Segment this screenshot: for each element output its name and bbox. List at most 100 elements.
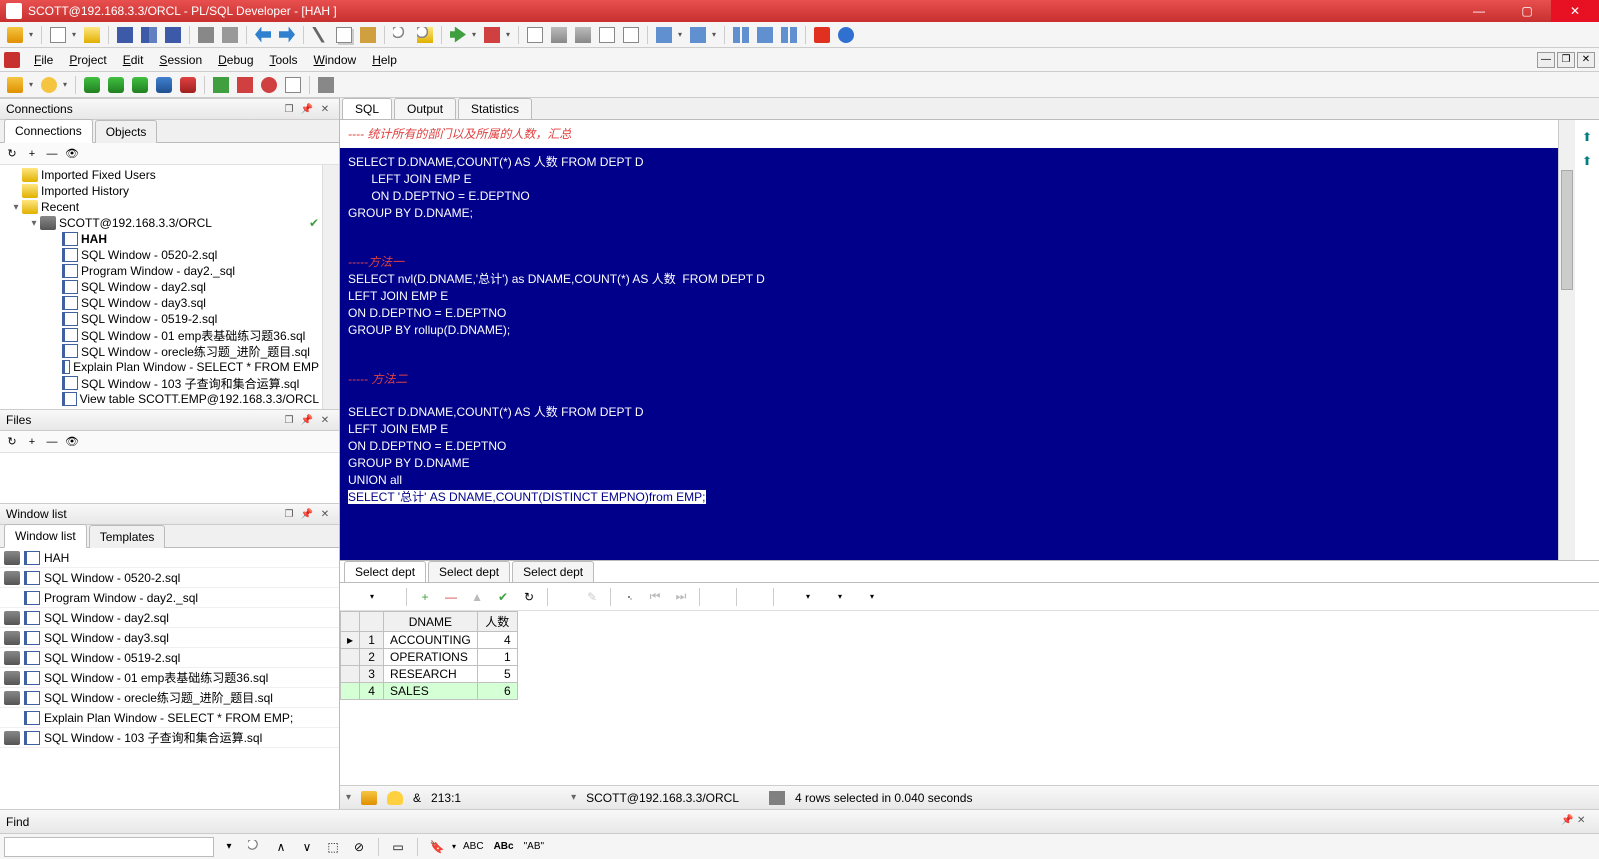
single-record-button[interactable] — [376, 586, 400, 608]
find-button[interactable] — [390, 24, 412, 46]
save-button[interactable] — [114, 24, 136, 46]
print-button[interactable] — [195, 24, 217, 46]
sql-editor[interactable]: ---- 统计所有的部门以及所属的人数，汇总SELECT D.DNAME,COU… — [340, 120, 1558, 560]
minimize-button[interactable]: — — [1455, 0, 1503, 22]
tile-button[interactable] — [730, 24, 752, 46]
cascade-button[interactable] — [754, 24, 776, 46]
refresh-button[interactable]: ↻ — [517, 586, 541, 608]
tree-item[interactable]: SQL Window - 103 子查询和集合运算.sql — [0, 375, 339, 391]
regex-button[interactable]: "AB" — [521, 836, 547, 858]
redo-button[interactable] — [276, 24, 298, 46]
dropdown-icon[interactable]: ▾ — [709, 24, 719, 46]
tree-label[interactable]: Imported History — [41, 184, 129, 198]
tree-item[interactable]: HAH — [0, 231, 339, 247]
result-tab-3[interactable]: Select dept — [512, 561, 594, 582]
execute-button[interactable] — [447, 24, 469, 46]
collapse-icon[interactable]: ▾ — [10, 202, 22, 213]
editor-scrollbar[interactable] — [1558, 120, 1575, 560]
open-button[interactable] — [81, 24, 103, 46]
tree-item[interactable]: Program Window - day2._sql — [0, 263, 339, 279]
find-db-button[interactable] — [414, 24, 436, 46]
table-row[interactable]: 3RESEARCH5 — [341, 666, 518, 683]
table-row[interactable]: 4SALES6 — [341, 683, 518, 700]
dropdown-icon[interactable]: ▾ — [26, 24, 36, 46]
paste-button[interactable] — [357, 24, 379, 46]
rollback-db-button[interactable] — [129, 74, 151, 96]
help-button[interactable] — [835, 24, 857, 46]
find-prev-button[interactable]: ∧ — [270, 836, 292, 858]
templates-tab[interactable]: Templates — [89, 525, 166, 548]
tree-item[interactable]: SQL Window - 01 emp表基础练习题36.sql — [0, 327, 339, 343]
panel-pin-button[interactable]: 📌 — [299, 102, 315, 116]
add-row-button[interactable]: + — [413, 586, 437, 608]
dropdown-icon[interactable]: ▾ — [69, 24, 79, 46]
nav-up-icon[interactable]: ⬆ — [1582, 130, 1592, 144]
window-list-item[interactable]: SQL Window - 01 emp表基础练习题36.sql — [0, 668, 339, 688]
panel-pin-button[interactable]: 📌 — [299, 413, 315, 427]
dropdown-icon[interactable]: ▾ — [675, 24, 685, 46]
dropdown-icon[interactable]: ▾ — [60, 74, 70, 96]
connect-button[interactable] — [4, 24, 26, 46]
result-tab-2[interactable]: Select dept — [428, 561, 510, 582]
break-button[interactable] — [481, 24, 503, 46]
new-button[interactable] — [47, 24, 69, 46]
whole-word-button[interactable]: ABc — [491, 836, 517, 858]
tree-item[interactable]: SQL Window - 0519-2.sql — [0, 311, 339, 327]
connections-tab[interactable]: Connections — [4, 119, 93, 143]
outdent-button[interactable] — [572, 24, 594, 46]
result-grid[interactable]: DNAME 人数 ▸1ACCOUNTING42OPERATIONS13RESEA… — [340, 611, 1599, 785]
sql-trace-button[interactable] — [153, 74, 175, 96]
save-as-button[interactable] — [162, 24, 184, 46]
window-list-item[interactable]: SQL Window - 103 子查询和集合运算.sql — [0, 728, 339, 748]
collapse-icon[interactable]: ▾ — [28, 218, 40, 229]
statistics-tab[interactable]: Statistics — [458, 98, 532, 119]
case-sensitive-button[interactable]: ABC — [460, 836, 487, 858]
copy-results-button[interactable] — [617, 586, 641, 608]
cell-count[interactable]: 4 — [477, 632, 517, 649]
panel-close-button[interactable]: ✕ — [317, 413, 333, 427]
refresh-icon[interactable]: ↻ — [4, 146, 20, 162]
cancel-button[interactable]: ✔ — [491, 586, 515, 608]
dropdown-icon[interactable]: ▾ — [571, 792, 576, 803]
scrollbar[interactable] — [322, 165, 339, 409]
tools-menu[interactable]: Tools — [262, 49, 306, 71]
sql-window-button[interactable] — [653, 24, 675, 46]
tree-item[interactable]: SQL Window - orecle练习题_进阶_题目.sql — [0, 343, 339, 359]
save-all-button[interactable] — [138, 24, 160, 46]
highlight-all-button[interactable]: ⬚ — [322, 836, 344, 858]
session-menu[interactable]: Session — [151, 49, 210, 71]
delete-row-button[interactable]: — — [439, 586, 463, 608]
pref-button[interactable] — [38, 74, 60, 96]
panel-restore-button[interactable]: ❐ — [281, 507, 297, 521]
column-header[interactable]: 人数 — [477, 612, 517, 632]
dropdown-icon[interactable]: ▾ — [346, 792, 351, 803]
indent-button[interactable] — [548, 24, 570, 46]
connections-tree[interactable]: Imported Fixed Users Imported History ▾R… — [0, 165, 339, 409]
cell-dname[interactable]: OPERATIONS — [384, 649, 478, 666]
table-row[interactable]: ▸1ACCOUNTING4 — [341, 632, 518, 649]
window-list-item[interactable]: Explain Plan Window - SELECT * FROM EMP; — [0, 708, 339, 728]
window-list-item[interactable]: SQL Window - day2.sql — [0, 608, 339, 628]
debug-run-button[interactable] — [282, 74, 304, 96]
column-header[interactable]: DNAME — [384, 612, 478, 632]
mdi-minimize-button[interactable]: — — [1537, 52, 1555, 68]
files-body[interactable] — [0, 453, 339, 503]
edit-menu[interactable]: Edit — [115, 49, 152, 71]
close-button[interactable]: ✕ — [1551, 0, 1599, 22]
edit-button[interactable]: ✎ — [580, 586, 604, 608]
cut-button[interactable] — [309, 24, 331, 46]
find-dropdown-icon[interactable]: ▾ — [218, 836, 240, 858]
comment-button[interactable] — [596, 24, 618, 46]
refresh-icon[interactable]: ↻ — [4, 434, 20, 450]
file-menu[interactable]: File — [26, 49, 61, 71]
find-next-button[interactable]: ∨ — [296, 836, 318, 858]
compile-button[interactable] — [210, 74, 232, 96]
export-save-button[interactable] — [743, 586, 767, 608]
nav-down-icon[interactable]: ⬆ — [1582, 154, 1592, 168]
lock-button[interactable] — [706, 586, 730, 608]
sql-tab[interactable]: SQL — [342, 98, 392, 119]
minus-icon[interactable]: — — [44, 434, 60, 450]
help-menu[interactable]: Help — [364, 49, 405, 71]
result-tab-1[interactable]: Select dept — [344, 561, 426, 582]
undo-button[interactable] — [252, 24, 274, 46]
